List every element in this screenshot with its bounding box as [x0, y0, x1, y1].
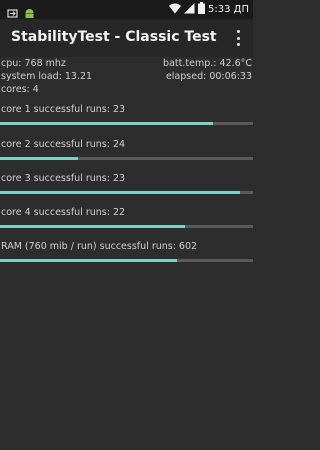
core-2-progress-bar	[0, 157, 79, 160]
core-4-progress-bar	[0, 225, 185, 228]
core-3-progress-track	[0, 191, 253, 194]
status-bar-system: 5:33 ДП	[169, 2, 249, 17]
ram-label: RAM (760 mib / run) successful runs: 602	[1, 241, 198, 252]
core-1-progress-bar	[0, 122, 213, 125]
core-4-progress-track	[0, 225, 253, 228]
elapsed-time: elapsed: 00:06:33	[165, 71, 252, 82]
core-4-label: core 4 successful runs: 22	[1, 207, 126, 218]
overflow-menu-icon[interactable]	[231, 28, 245, 48]
ram-progress-bar	[0, 259, 178, 262]
core-2-label: core 2 successful runs: 24	[1, 139, 126, 150]
signal-icon	[184, 2, 195, 17]
battery-icon	[198, 2, 206, 17]
core-1-label: core 1 successful runs: 23	[1, 104, 126, 115]
core-count: cores: 4	[1, 84, 39, 95]
core-1-progress-track	[0, 122, 253, 125]
cpu-frequency: cpu: 768 mhz	[1, 58, 66, 69]
clock: 5:33 ДП	[208, 4, 249, 15]
core-3-progress-bar	[0, 191, 241, 194]
battery-temperature: batt.temp.: 42.6°C	[163, 58, 252, 69]
device-info: cpu: 768 mhz batt.temp.: 42.6°C system l…	[0, 57, 253, 96]
system-load: system load: 13.21	[1, 71, 93, 82]
app-bar: StabilityTest - Classic Test	[0, 19, 253, 57]
page-title: StabilityTest - Classic Test	[11, 29, 217, 45]
core-2-progress-track	[0, 157, 253, 160]
core-3-label: core 3 successful runs: 23	[1, 173, 126, 184]
status-bar: 5:33 ДП	[0, 0, 253, 19]
wifi-icon	[169, 3, 182, 17]
ram-progress-track	[0, 259, 253, 262]
